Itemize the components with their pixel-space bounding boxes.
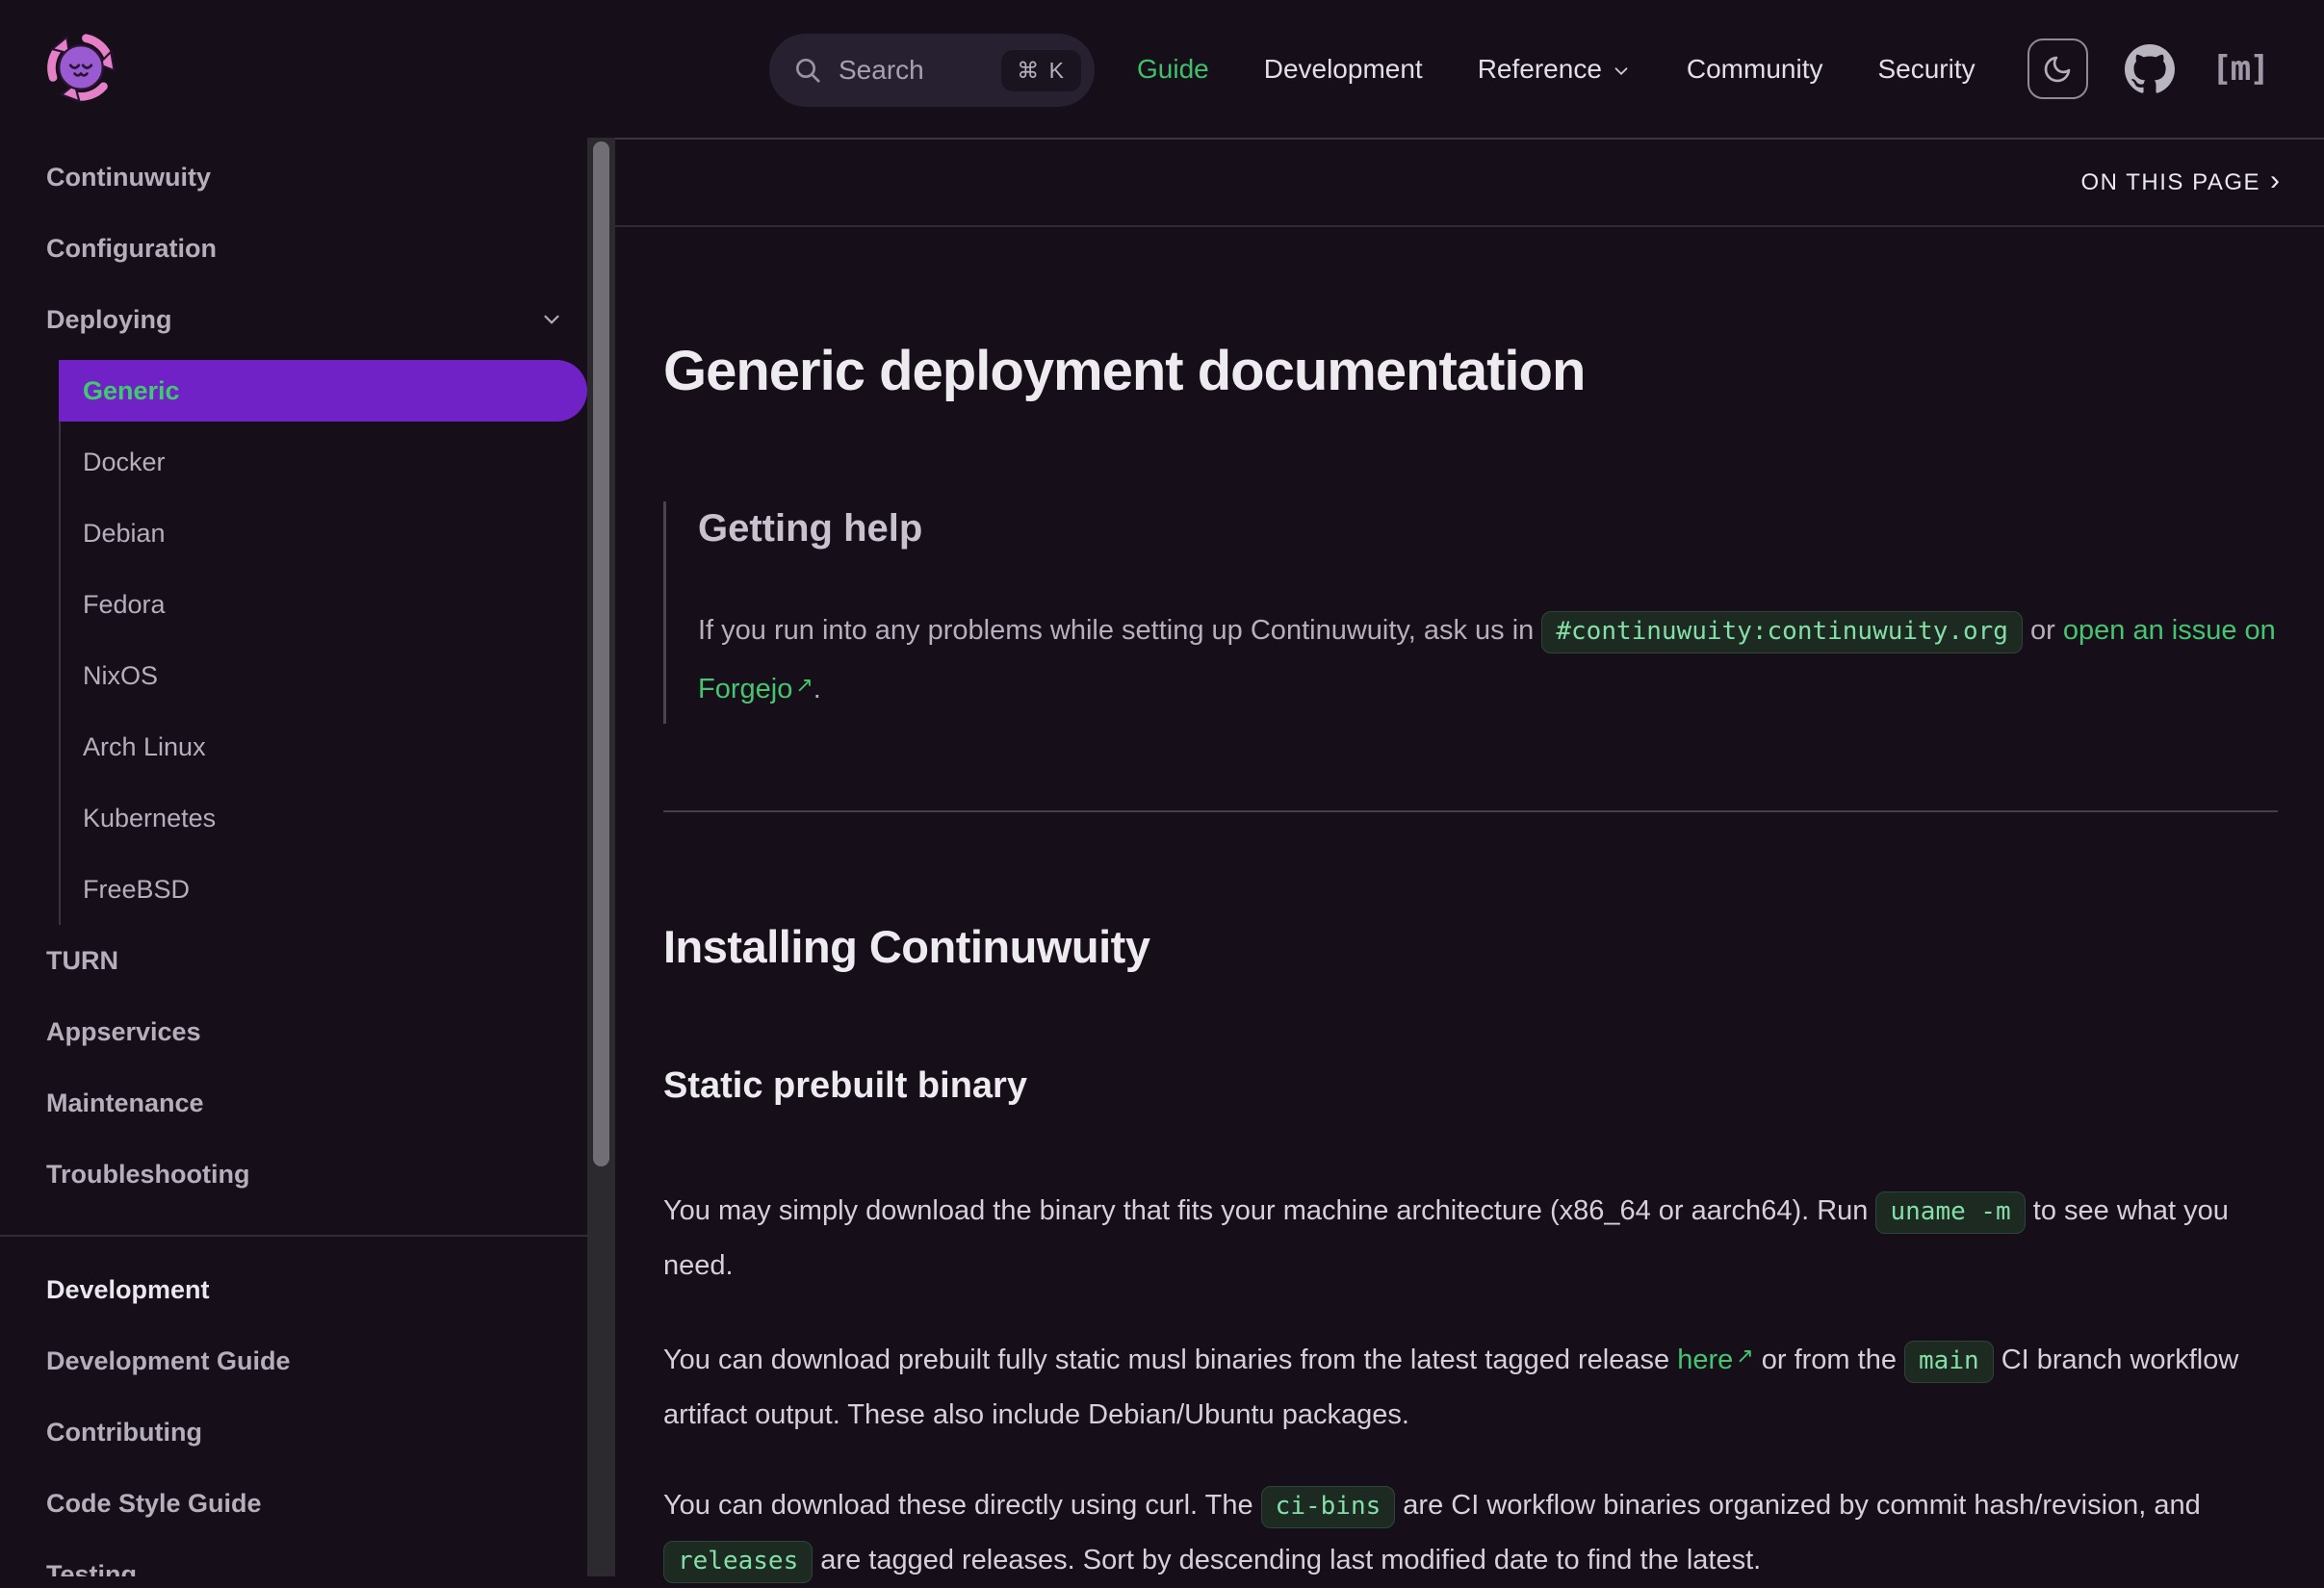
sidebar-item-freebsd[interactable]: FreeBSD: [61, 854, 587, 925]
sidebar-item-turn[interactable]: TURN: [0, 925, 589, 996]
nav-link-reference[interactable]: Reference: [1478, 54, 1632, 85]
external-link-arrow-icon: ↗: [795, 673, 813, 697]
on-this-page-label: ON THIS PAGE: [2081, 169, 2260, 196]
nav-links: Guide Development Reference Community Se…: [1137, 0, 1975, 138]
nav-icon-group: [m]: [2027, 0, 2268, 138]
sidebar-item-nixos[interactable]: NixOS: [61, 640, 587, 711]
section-divider: [663, 810, 2278, 812]
sidebar-item-troubleshooting[interactable]: Troubleshooting: [0, 1139, 589, 1210]
sidebar-item-continuwuity[interactable]: Continuwuity: [0, 141, 589, 213]
theme-toggle-button[interactable]: [2027, 38, 2088, 99]
moon-icon: [2042, 54, 2073, 85]
ci-bins-code: ci-bins: [1261, 1486, 1396, 1528]
page-title: Generic deployment documentation: [663, 339, 2278, 403]
nav-link-development[interactable]: Development: [1264, 54, 1423, 85]
sidebar-item-testing[interactable]: Testing: [0, 1539, 589, 1576]
sidebar-divider: [0, 1235, 589, 1237]
on-this-page-toggle[interactable]: ON THIS PAGE ›: [615, 140, 2324, 227]
top-nav: Search ⌘ K Guide Development Reference C…: [0, 0, 2324, 138]
sidebar-item-generic[interactable]: Generic: [59, 360, 587, 422]
paragraph-curl: You can download these directly using cu…: [663, 1478, 2278, 1588]
article: Generic deployment documentation Getting…: [615, 339, 2324, 1588]
matrix-room-code: #continuwuity:continuwuity.org: [1541, 611, 2023, 653]
sidebar-item-appservices[interactable]: Appservices: [0, 996, 589, 1067]
static-binary-heading: Static prebuilt binary: [663, 1065, 2278, 1107]
release-here-link[interactable]: here: [1677, 1345, 1733, 1375]
sidebar-item-development[interactable]: Development: [0, 1254, 589, 1325]
main-branch-code: main: [1904, 1341, 1994, 1383]
nav-link-community[interactable]: Community: [1687, 54, 1823, 85]
uname-code: uname -m: [1875, 1191, 2025, 1234]
nav-link-security[interactable]: Security: [1877, 54, 1975, 85]
continuwuity-logo-icon[interactable]: [42, 29, 119, 106]
sidebar-item-docker[interactable]: Docker: [61, 426, 587, 498]
sidebar-item-kubernetes[interactable]: Kubernetes: [61, 782, 587, 854]
chevron-down-icon: [539, 307, 564, 332]
sidebar-scrollbar[interactable]: [587, 138, 615, 1576]
external-link-arrow-icon: ↗: [1736, 1344, 1753, 1368]
nav-link-guide[interactable]: Guide: [1137, 54, 1209, 85]
sidebar-scrollbar-thumb[interactable]: [593, 141, 609, 1166]
chevron-down-icon: [1611, 61, 1632, 82]
search-icon: [792, 55, 823, 86]
sidebar-item-contributing[interactable]: Contributing: [0, 1396, 589, 1468]
sidebar-item-configuration[interactable]: Configuration: [0, 213, 589, 284]
search-input[interactable]: Search ⌘ K: [769, 34, 1095, 107]
releases-code: releases: [663, 1541, 813, 1583]
search-shortcut-badge: ⌘ K: [1001, 50, 1081, 91]
chevron-right-icon: ›: [2270, 166, 2280, 199]
sidebar-item-development-guide[interactable]: Development Guide: [0, 1325, 589, 1396]
paragraph-release: You can download prebuilt fully static m…: [663, 1329, 2278, 1442]
getting-help-callout: Getting help If you run into any problem…: [663, 501, 2278, 724]
installing-heading: Installing Continuwuity: [663, 920, 2278, 973]
search-placeholder: Search: [839, 55, 924, 86]
deploying-submenu: Generic Docker Debian Fedora NixOS Arch …: [59, 360, 587, 925]
github-icon[interactable]: [2125, 44, 2175, 94]
getting-help-heading: Getting help: [698, 507, 2278, 551]
sidebar-item-arch-linux[interactable]: Arch Linux: [61, 711, 587, 782]
matrix-icon[interactable]: [m]: [2211, 49, 2268, 89]
sidebar-item-maintenance[interactable]: Maintenance: [0, 1067, 589, 1139]
sidebar-item-fedora[interactable]: Fedora: [61, 569, 587, 640]
main-content: ON THIS PAGE › Generic deployment docume…: [615, 138, 2324, 1576]
sidebar-item-code-style-guide[interactable]: Code Style Guide: [0, 1468, 589, 1539]
sidebar-item-debian[interactable]: Debian: [61, 498, 587, 569]
getting-help-text: If you run into any problems while setti…: [698, 604, 2278, 716]
sidebar: Continuwuity Configuration Deploying Gen…: [0, 138, 589, 1576]
paragraph-uname: You may simply download the binary that …: [663, 1184, 2278, 1293]
sidebar-item-deploying[interactable]: Deploying: [0, 284, 589, 355]
